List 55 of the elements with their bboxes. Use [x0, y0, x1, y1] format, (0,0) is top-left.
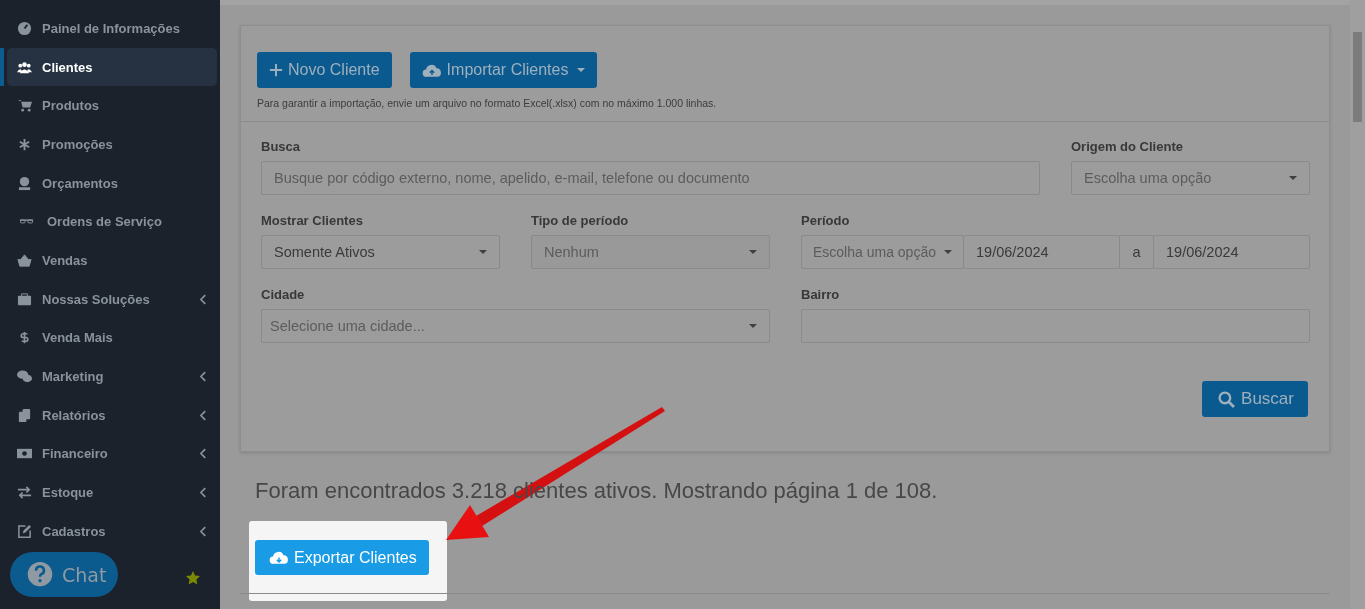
dollar-icon	[17, 330, 32, 346]
arrows-icon	[17, 485, 32, 501]
star-icon	[185, 570, 201, 586]
field-label: Busca	[261, 139, 302, 154]
plus-icon	[269, 63, 283, 77]
sidebar-item[interactable]: Cadastros	[7, 511, 217, 551]
caret-icon	[479, 250, 487, 254]
new-client-button[interactable]: Novo Cliente	[257, 52, 392, 88]
scrollbar[interactable]	[1350, 0, 1365, 609]
search-button[interactable]: Buscar	[1202, 381, 1308, 417]
gauge-icon	[17, 20, 32, 36]
sidebar-item[interactable]: Orçamentos	[7, 163, 217, 203]
copy-icon	[17, 407, 32, 423]
sidebar-item[interactable]: Marketing	[7, 357, 217, 396]
sidebar-item[interactable]: Painel de Informações	[7, 9, 217, 48]
field-label: Origem do Cliente	[1071, 139, 1184, 154]
export-button[interactable]: Exportar Clientes	[255, 540, 429, 575]
date-field[interactable]: 19/06/2024	[1154, 235, 1310, 269]
field-label: Tipo de período	[531, 213, 630, 228]
sidebar-item[interactable]: Nossas Soluções	[7, 279, 217, 319]
basket-icon	[17, 252, 32, 268]
cloud-upload-icon	[421, 62, 442, 78]
help-icon	[26, 560, 54, 589]
chat-icon	[17, 369, 32, 385]
field-label: Bairro	[801, 287, 841, 302]
caret-icon	[577, 68, 586, 72]
field-label: Período	[801, 213, 851, 228]
field-label: Cidade	[261, 287, 306, 302]
date-field[interactable]: 19/06/2024	[964, 235, 1120, 269]
users-icon	[17, 59, 32, 75]
asterisk-icon	[17, 136, 32, 152]
sidebar-item[interactable]: Promoções	[7, 125, 217, 164]
glasses-icon	[19, 219, 34, 225]
caret-icon	[749, 250, 757, 254]
range-separator: a	[1132, 244, 1141, 260]
import-button[interactable]: Importar Clientes	[409, 52, 598, 88]
sidebar-item[interactable]: Estoque	[7, 473, 217, 512]
sidebar-item[interactable]: Vendas	[7, 241, 217, 280]
sidebar-item[interactable]: Financeiro	[7, 434, 217, 474]
caret-icon	[943, 250, 952, 254]
caret-icon	[749, 324, 757, 328]
edit-icon	[17, 523, 32, 539]
cart-icon	[17, 98, 32, 114]
sidebar-item[interactable]: Ordens de Serviço	[7, 202, 217, 242]
sidebar-item[interactable]: Venda Mais	[7, 318, 217, 358]
import-note: Para garantir a importação, envie um arquivo no formato Excel(.xlsx) com no máximo 1.000 linhas.	[257, 97, 718, 109]
sidebar-item[interactable]: Relatórios	[7, 395, 217, 435]
search-icon	[1218, 390, 1236, 408]
briefcase-icon	[17, 291, 32, 307]
caret-icon	[1289, 176, 1297, 180]
field-label: Mostrar Clientes	[261, 213, 364, 228]
search-field[interactable]: Busque por código externo, nome, apelido, e-mail, telefone ou documento	[261, 161, 1040, 195]
cloud-download-icon	[269, 550, 289, 565]
show-clients-dropdown[interactable]: Somente Ativos	[261, 235, 500, 269]
sidebar-item[interactable]: Produtos	[7, 86, 217, 126]
